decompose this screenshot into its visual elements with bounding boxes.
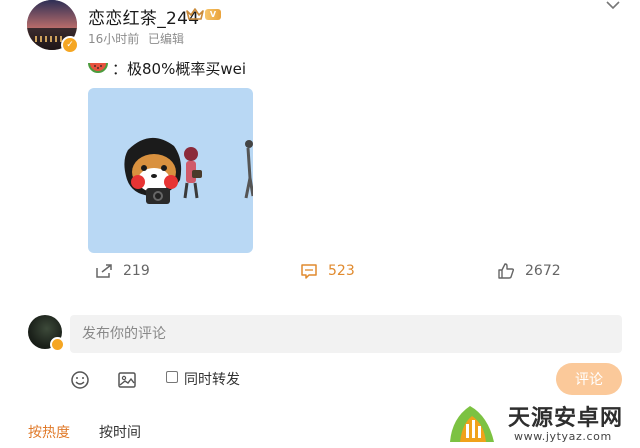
vip-badge: V <box>205 9 221 20</box>
repost-icon <box>96 264 112 278</box>
watermark-logo-icon <box>450 406 494 442</box>
more-icon[interactable] <box>604 0 622 10</box>
repost-count: 219 <box>123 263 150 279</box>
like-icon <box>498 263 515 279</box>
comment-count: 523 <box>328 263 355 279</box>
repost-button[interactable]: 219 <box>95 263 150 279</box>
image-icon[interactable] <box>116 369 138 391</box>
sort-by-hot-tab[interactable]: 按热度 <box>28 422 70 442</box>
submit-comment-button[interactable]: 评论 <box>556 363 622 395</box>
author-username[interactable]: 恋恋红茶_244 <box>88 4 199 29</box>
post-text: ：极80%概率买wei <box>112 59 247 78</box>
sort-by-time-tab[interactable]: 按时间 <box>99 422 141 442</box>
verified-badge: ✓ <box>61 36 79 54</box>
comment-button[interactable]: 523 <box>300 263 355 279</box>
comment-input[interactable] <box>70 315 622 353</box>
watermark-title: 天源安卓网 <box>508 406 624 431</box>
emoji-icon[interactable] <box>69 369 91 391</box>
post-timestamp: 16小时前 <box>88 32 140 46</box>
comment-icon <box>301 264 317 279</box>
edited-label[interactable]: 已编辑 <box>148 30 184 47</box>
watermark-url: www.jytyaz.com <box>514 430 612 443</box>
post-body: ：极80%概率买wei <box>88 56 246 80</box>
crown-icon <box>186 8 204 20</box>
forward-checkbox[interactable] <box>166 371 178 383</box>
like-button[interactable]: 2672 <box>497 263 561 279</box>
like-count: 2672 <box>525 263 561 279</box>
watermelon-icon <box>88 62 108 73</box>
post-image[interactable] <box>88 88 253 253</box>
sticker-illustration <box>124 137 253 204</box>
user-badge <box>50 337 65 352</box>
forward-label[interactable]: 同时转发 <box>184 369 240 389</box>
